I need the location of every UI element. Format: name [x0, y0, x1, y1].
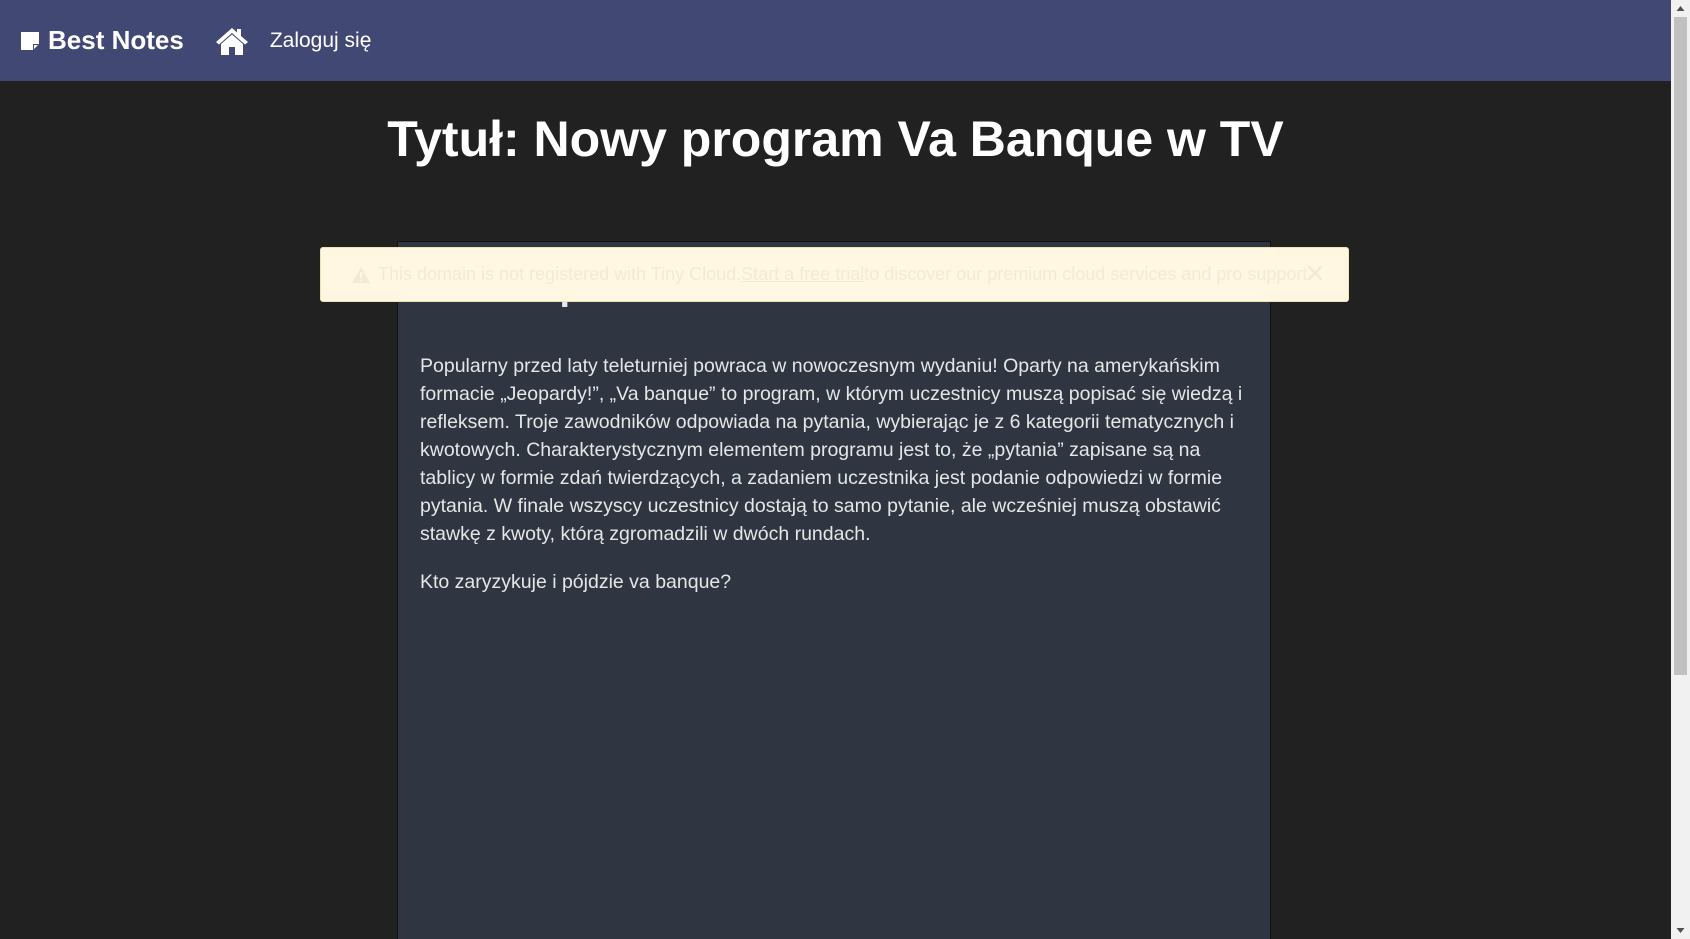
page: Best Notes Zaloguj się Tytuł: Nowy progr… [0, 0, 1690, 939]
note-body: Popularny przed laty teleturniej powraca… [420, 352, 1248, 616]
warning-icon [352, 266, 370, 283]
note-paragraph: Popularny przed laty teleturniej powraca… [420, 355, 1243, 545]
scroll-up-arrow-icon[interactable] [1671, 0, 1690, 17]
vertical-scrollbar[interactable] [1671, 0, 1690, 939]
sticky-note-icon [21, 31, 39, 50]
note-editor[interactable]: Va Banque Popularny przed laty teleturni… [397, 241, 1271, 939]
home-icon[interactable] [214, 25, 250, 57]
page-title: Tytuł: Nowy program Va Banque w TV [387, 111, 1284, 167]
top-navbar: Best Notes Zaloguj się [0, 0, 1671, 81]
tiny-cloud-notice: This domain is not registered with Tiny … [320, 247, 1349, 302]
brand-link[interactable]: Best Notes [19, 25, 184, 56]
start-free-trial-link[interactable]: Start a free trial [741, 264, 864, 285]
notice-text-before: This domain is not registered with Tiny … [378, 264, 742, 284]
close-icon[interactable] [1304, 262, 1326, 284]
notice-text-after: to discover our premium cloud services a… [864, 264, 1313, 284]
scroll-down-arrow-icon[interactable] [1671, 922, 1690, 939]
login-link[interactable]: Zaloguj się [270, 29, 372, 53]
scrollbar-thumb[interactable] [1674, 17, 1687, 675]
note-paragraph: Kto zaryzykuje i pójdzie va banque? [420, 571, 732, 593]
brand-label: Best Notes [48, 25, 184, 55]
